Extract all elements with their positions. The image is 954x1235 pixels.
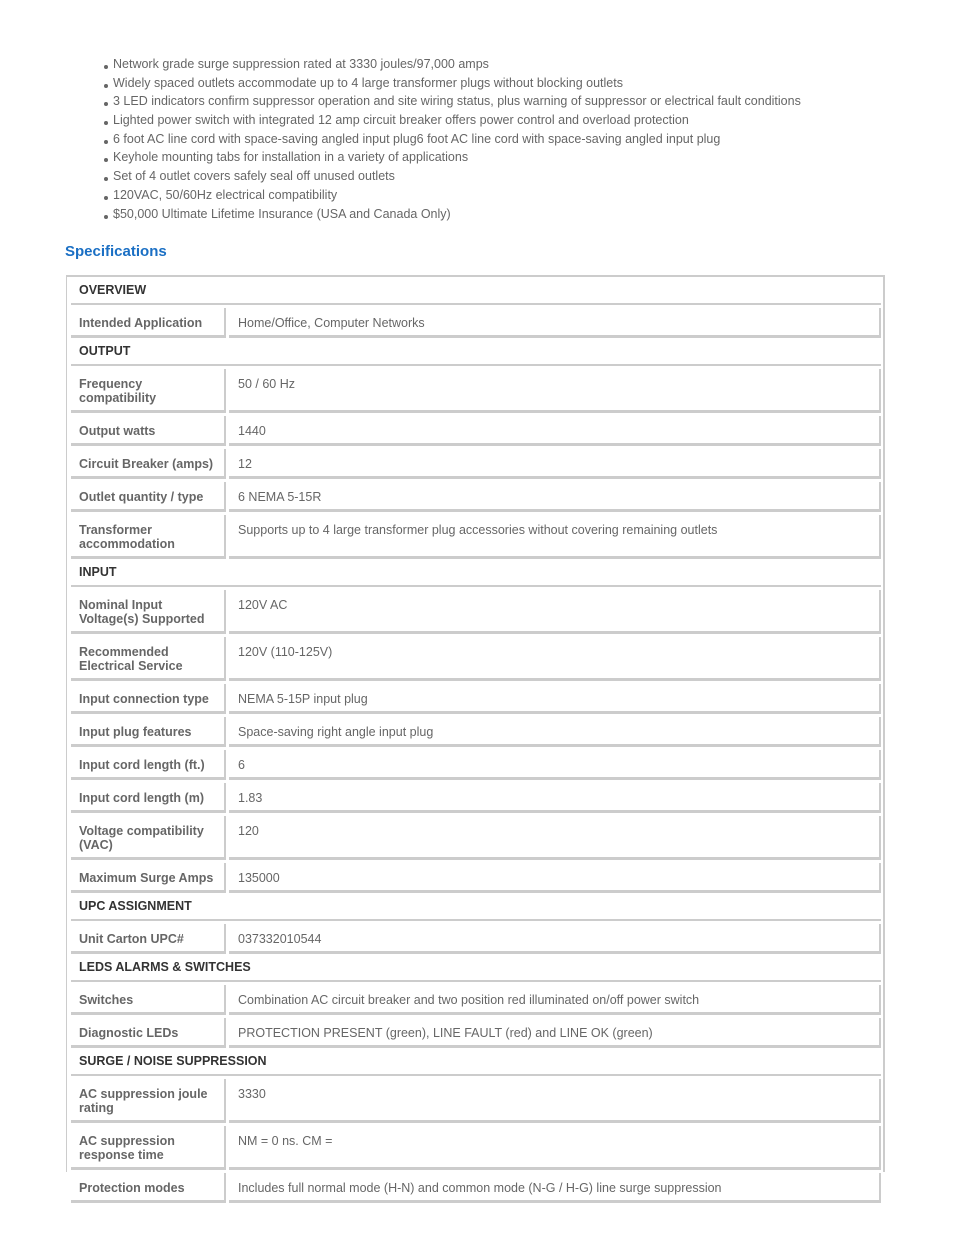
bullet-icon (104, 177, 108, 182)
spec-label: Voltage compatibility (VAC) (71, 816, 226, 860)
spec-value: Combination AC circuit breaker and two p… (229, 985, 881, 1015)
spec-row: Switches Combination AC circuit breaker … (71, 985, 881, 1015)
spec-row: Nominal Input Voltage(s) Supported 120V … (71, 590, 881, 634)
feature-item: Network grade surge suppression rated at… (104, 55, 801, 74)
spec-label: Switches (71, 985, 226, 1015)
section-header-leds-alarms-switches: LEDS ALARMS & SWITCHES (71, 954, 881, 982)
spec-row: Protection modes Includes full normal mo… (71, 1173, 881, 1203)
feature-text: 3 LED indicators confirm suppressor oper… (113, 94, 801, 109)
spec-row: Voltage compatibility (VAC) 120 (71, 816, 881, 860)
feature-item: Widely spaced outlets accommodate up to … (104, 74, 801, 93)
spec-label: Unit Carton UPC# (71, 924, 226, 954)
spec-row: Circuit Breaker (amps) 12 (71, 449, 881, 479)
section-header-overview: OVERVIEW (71, 277, 881, 305)
spec-row: Input connection type NEMA 5-15P input p… (71, 684, 881, 714)
spec-value: 037332010544 (229, 924, 881, 954)
spec-value: 12 (229, 449, 881, 479)
spec-label: Frequency compatibility (71, 369, 226, 413)
feature-text: 6 foot AC line cord with space-saving an… (113, 131, 721, 146)
spec-value: Supports up to 4 large transformer plug … (229, 515, 881, 559)
spec-label: Input connection type (71, 684, 226, 714)
feature-text: Keyhole mounting tabs for installation i… (113, 150, 469, 165)
spec-label: Maximum Surge Amps (71, 863, 226, 893)
spec-row: Input cord length (m) 1.83 (71, 783, 881, 813)
bullet-icon (104, 214, 108, 219)
spec-value: Space-saving right angle input plug (229, 717, 881, 747)
bullet-icon (104, 195, 108, 200)
spec-label: Output watts (71, 416, 226, 446)
spec-label: Input plug features (71, 717, 226, 747)
bullet-icon (104, 65, 108, 69)
feature-text: Widely spaced outlets accommodate up to … (113, 75, 623, 90)
spec-label: Transformer accommodation (71, 515, 226, 559)
spec-row: Diagnostic LEDs PROTECTION PRESENT (gree… (71, 1018, 881, 1048)
spec-value: 6 (229, 750, 881, 780)
spec-value: 120V (110-125V) (229, 637, 881, 681)
feature-item: Set of 4 outlet covers safely seal off u… (104, 167, 801, 186)
spec-label: Recommended Electrical Service (71, 637, 226, 681)
spec-value: 120V AC (229, 590, 881, 634)
spec-label: AC suppression response time (71, 1126, 226, 1170)
specifications-table: OVERVIEW Intended Application Home/Offic… (66, 275, 885, 1203)
spec-row: Transformer accommodation Supports up to… (71, 515, 881, 559)
spec-value: Includes full normal mode (H-N) and comm… (229, 1173, 881, 1203)
spec-label: Circuit Breaker (amps) (71, 449, 226, 479)
spec-row: Input cord length (ft.) 6 (71, 750, 881, 780)
spec-value: 3330 (229, 1079, 881, 1123)
spec-row: Unit Carton UPC# 037332010544 (71, 924, 881, 954)
specifications-heading: Specifications (65, 243, 167, 260)
spec-value: 1440 (229, 416, 881, 446)
spec-label: Outlet quantity / type (71, 482, 226, 512)
section-header-input: INPUT (71, 559, 881, 587)
spec-label: Input cord length (m) (71, 783, 226, 813)
bullet-icon (104, 121, 108, 126)
spec-table-body: OVERVIEW Intended Application Home/Offic… (71, 277, 881, 1203)
bullet-icon (104, 158, 108, 163)
feature-text: Set of 4 outlet covers safely seal off u… (113, 169, 395, 184)
feature-item: Keyhole mounting tabs for installation i… (104, 148, 801, 167)
spec-value: Home/Office, Computer Networks (229, 308, 881, 338)
spec-label: Nominal Input Voltage(s) Supported (71, 590, 226, 634)
spec-row: AC suppression joule rating 3330 (71, 1079, 881, 1123)
spec-value: 50 / 60 Hz (229, 369, 881, 413)
feature-text: Lighted power switch with integrated 12 … (113, 113, 689, 128)
spec-value: 120 (229, 816, 881, 860)
spec-value: NM = 0 ns. CM = (229, 1126, 881, 1170)
spec-row: Maximum Surge Amps 135000 (71, 863, 881, 893)
spec-row: Input plug features Space-saving right a… (71, 717, 881, 747)
bullet-icon (104, 83, 108, 88)
feature-text: Network grade surge suppression rated at… (113, 57, 489, 71)
feature-text: $50,000 Ultimate Lifetime Insurance (USA… (113, 206, 451, 221)
spec-label: Protection modes (71, 1173, 226, 1203)
spec-row: AC suppression response time NM = 0 ns. … (71, 1126, 881, 1170)
spec-row: Intended Application Home/Office, Comput… (71, 308, 881, 338)
feature-item: Lighted power switch with integrated 12 … (104, 111, 801, 130)
spec-value: 6 NEMA 5-15R (229, 482, 881, 512)
spec-label: AC suppression joule rating (71, 1079, 226, 1123)
feature-item: 3 LED indicators confirm suppressor oper… (104, 92, 801, 111)
spec-label: Input cord length (ft.) (71, 750, 226, 780)
spec-value: 135000 (229, 863, 881, 893)
spec-value: PROTECTION PRESENT (green), LINE FAULT (… (229, 1018, 881, 1048)
spec-row: Frequency compatibility 50 / 60 Hz (71, 369, 881, 413)
spec-label: Intended Application (71, 308, 226, 338)
spec-value: 1.83 (229, 783, 881, 813)
spec-label: Diagnostic LEDs (71, 1018, 226, 1048)
feature-item: $50,000 Ultimate Lifetime Insurance (USA… (104, 205, 801, 224)
feature-text: 120VAC, 50/60Hz electrical compatibility (113, 187, 338, 202)
feature-item: 120VAC, 50/60Hz electrical compatibility (104, 186, 801, 205)
section-header-surge-noise-suppression: SURGE / NOISE SUPPRESSION (71, 1048, 881, 1076)
section-header-upc-assignment: UPC ASSIGNMENT (71, 893, 881, 921)
bullet-icon (104, 139, 108, 144)
spec-value: NEMA 5-15P input plug (229, 684, 881, 714)
section-header-output: OUTPUT (71, 338, 881, 366)
feature-item: 6 foot AC line cord with space-saving an… (104, 130, 801, 149)
spec-row: Outlet quantity / type 6 NEMA 5-15R (71, 482, 881, 512)
feature-list: Network grade surge suppression rated at… (104, 55, 801, 223)
spec-row: Output watts 1440 (71, 416, 881, 446)
spec-row: Recommended Electrical Service 120V (110… (71, 637, 881, 681)
bullet-icon (104, 102, 108, 107)
